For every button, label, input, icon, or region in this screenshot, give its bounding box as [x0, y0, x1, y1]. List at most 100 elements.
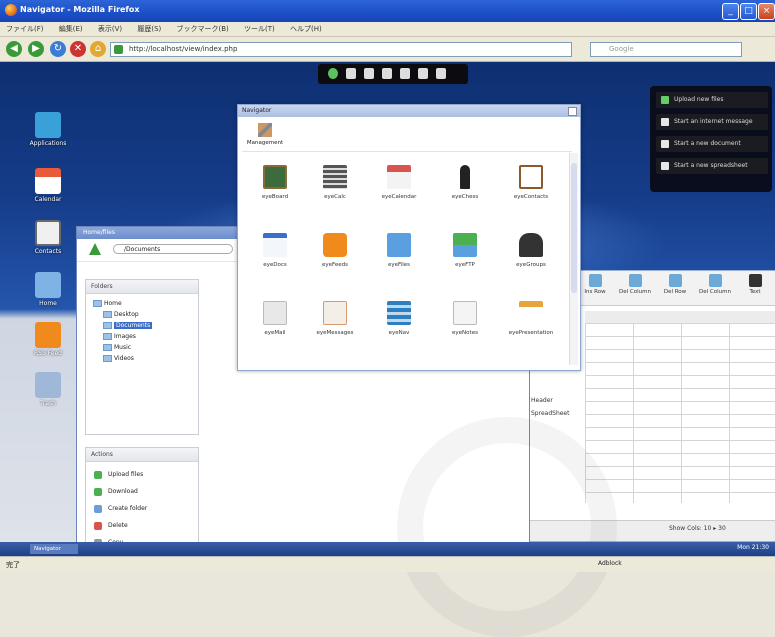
dock-mail-icon[interactable]	[400, 68, 410, 79]
calendar-icon	[35, 168, 61, 194]
reload-icon[interactable]: ↻	[50, 41, 66, 57]
quick-actions-panel: Upload new files Start an internet messa…	[650, 86, 772, 192]
desktop-icon-label: Applications	[29, 140, 67, 147]
actions-list: Upload files Download Create folder Dele…	[86, 462, 198, 551]
app-eyechess[interactable]: eyeChess	[436, 165, 494, 200]
menu-edit[interactable]: 編集(E)	[59, 24, 83, 34]
notes-pen-icon	[453, 301, 477, 325]
messages-person-icon	[323, 301, 347, 325]
tree-item-videos[interactable]: Videos	[96, 353, 198, 364]
desktop-icon-calendar[interactable]: Calendar	[28, 168, 68, 203]
blackboard-icon	[263, 165, 287, 189]
insert-row-button[interactable]: Ins Row	[577, 274, 613, 295]
tree-item-music[interactable]: Music	[96, 342, 198, 353]
navigator-title: Navigator	[242, 107, 272, 114]
dock-gear-icon[interactable]	[382, 68, 392, 79]
desktop-icon-trash[interactable]: Trash	[28, 372, 68, 407]
app-eyedocs[interactable]: eyeDocs	[246, 233, 304, 268]
app-eyecalendar[interactable]: eyeCalendar	[370, 165, 428, 200]
app-eyegroups[interactable]: eyeGroups	[502, 233, 560, 268]
delete-column-icon	[708, 274, 722, 287]
home-icon[interactable]: ⌂	[90, 41, 106, 57]
search-input[interactable]: Google	[590, 42, 742, 57]
taskbar-item-navigator[interactable]: Navigator	[30, 544, 78, 554]
document-icon	[263, 233, 287, 257]
tree-item-home[interactable]: Home	[86, 298, 198, 309]
action-new-spreadsheet[interactable]: Start a new spreadsheet	[656, 158, 768, 174]
app-eyepresentation[interactable]: eyePresentation	[502, 301, 560, 336]
desktop-icon-contacts[interactable]: Contacts	[28, 220, 68, 255]
delete-row-button[interactable]: Del Row	[657, 274, 693, 295]
forward-icon[interactable]: ▶	[28, 41, 44, 57]
menu-tools[interactable]: ツール(T)	[244, 24, 275, 34]
menu-help[interactable]: ヘルプ(H)	[290, 24, 322, 34]
navigator-window[interactable]: Navigator Management eyeBoard eyeCalc ey…	[237, 104, 581, 371]
action-upload-files[interactable]: Upload new files	[656, 92, 768, 108]
desktop-icon-rss[interactable]: RSS Feed	[28, 322, 68, 357]
folder-icon	[103, 322, 112, 329]
cell-spreadsheet[interactable]: SpreadSheet	[531, 410, 569, 417]
app-eyefiles[interactable]: eyeFiles	[370, 233, 428, 268]
delete-column-button-2[interactable]: Del Column	[697, 274, 733, 295]
action-download-item[interactable]: Download	[86, 483, 198, 500]
app-eyeboard[interactable]: eyeBoard	[246, 165, 304, 200]
text-button[interactable]: Text	[737, 274, 773, 295]
back-icon[interactable]: ◀	[6, 41, 22, 57]
folders-title: Folders	[86, 280, 198, 294]
action-internet-message[interactable]: Start an internet message	[656, 114, 768, 130]
spreadsheet-icon	[661, 162, 669, 170]
browser-status-bar: 完了 Adblock	[0, 556, 775, 572]
close-icon[interactable]	[568, 107, 577, 116]
dock-power-icon[interactable]	[436, 68, 446, 79]
scroll-thumb[interactable]	[571, 163, 577, 293]
desktop-icon-home[interactable]: Home	[28, 272, 68, 307]
delete-icon	[94, 522, 102, 530]
menu-history[interactable]: 履歴(S)	[137, 24, 161, 34]
management-button[interactable]: Management	[244, 123, 286, 146]
tree-item-documents[interactable]: Documents	[96, 320, 198, 331]
maximize-button[interactable]: □	[740, 3, 757, 20]
close-button[interactable]: ×	[758, 3, 775, 20]
app-eyemail[interactable]: eyeMail	[246, 301, 304, 336]
app-eyenav[interactable]: eyeNav	[370, 301, 428, 336]
status-addon[interactable]: Adblock	[598, 560, 622, 567]
delete-column-button[interactable]: Del Column	[617, 274, 653, 295]
stop-icon[interactable]: ✕	[70, 41, 86, 57]
action-label: Start a new document	[674, 140, 741, 147]
menu-bookmarks[interactable]: ブックマーク(B)	[177, 24, 229, 34]
go-up-icon[interactable]	[89, 243, 101, 255]
action-upload-files-item[interactable]: Upload files	[86, 466, 198, 483]
dock-star-icon[interactable]	[328, 68, 338, 79]
app-eyemessages[interactable]: eyeMessages	[306, 301, 364, 336]
menu-view[interactable]: 表示(V)	[98, 24, 122, 34]
spreadsheet-grid[interactable]	[585, 323, 775, 503]
dock-window-icon[interactable]	[418, 68, 428, 79]
path-input[interactable]: /Documents	[113, 244, 233, 254]
app-eyefeeds[interactable]: eyeFeeds	[306, 233, 364, 268]
action-create-folder-item[interactable]: Create folder	[86, 500, 198, 517]
column-pager[interactable]: Show Cols: 10 ▸ 30	[669, 525, 726, 532]
desktop-icon-label: Home	[39, 300, 57, 307]
app-eyenotes[interactable]: eyeNotes	[436, 301, 494, 336]
minimize-button[interactable]: _	[722, 3, 739, 20]
menu-file[interactable]: ファイル(F)	[6, 24, 44, 34]
action-delete-item[interactable]: Delete	[86, 517, 198, 534]
dock-people-icon[interactable]	[364, 68, 374, 79]
navigator-scrollbar[interactable]	[569, 153, 578, 365]
navigator-titlebar[interactable]: Navigator	[238, 105, 580, 117]
app-eyeftp[interactable]: eyeFTP	[436, 233, 494, 268]
tree-item-images[interactable]: Images	[96, 331, 198, 342]
app-eyecalc[interactable]: eyeCalc	[306, 165, 364, 200]
action-label: Start a new spreadsheet	[674, 162, 748, 169]
upload-icon	[94, 471, 102, 479]
cell-header[interactable]: Header	[531, 397, 553, 404]
tree-item-desktop[interactable]: Desktop	[96, 309, 198, 320]
url-input[interactable]: http://localhost/view/index.php	[110, 42, 572, 57]
upload-icon	[661, 96, 669, 104]
desktop-icon-applications[interactable]: Applications	[28, 112, 68, 147]
waves-icon	[387, 301, 411, 325]
dock-home-icon[interactable]	[346, 68, 356, 79]
app-eyecontacts[interactable]: eyeContacts	[502, 165, 560, 200]
folders-pane: Folders Home Desktop Documents Images Mu…	[85, 279, 199, 435]
action-new-document[interactable]: Start a new document	[656, 136, 768, 152]
